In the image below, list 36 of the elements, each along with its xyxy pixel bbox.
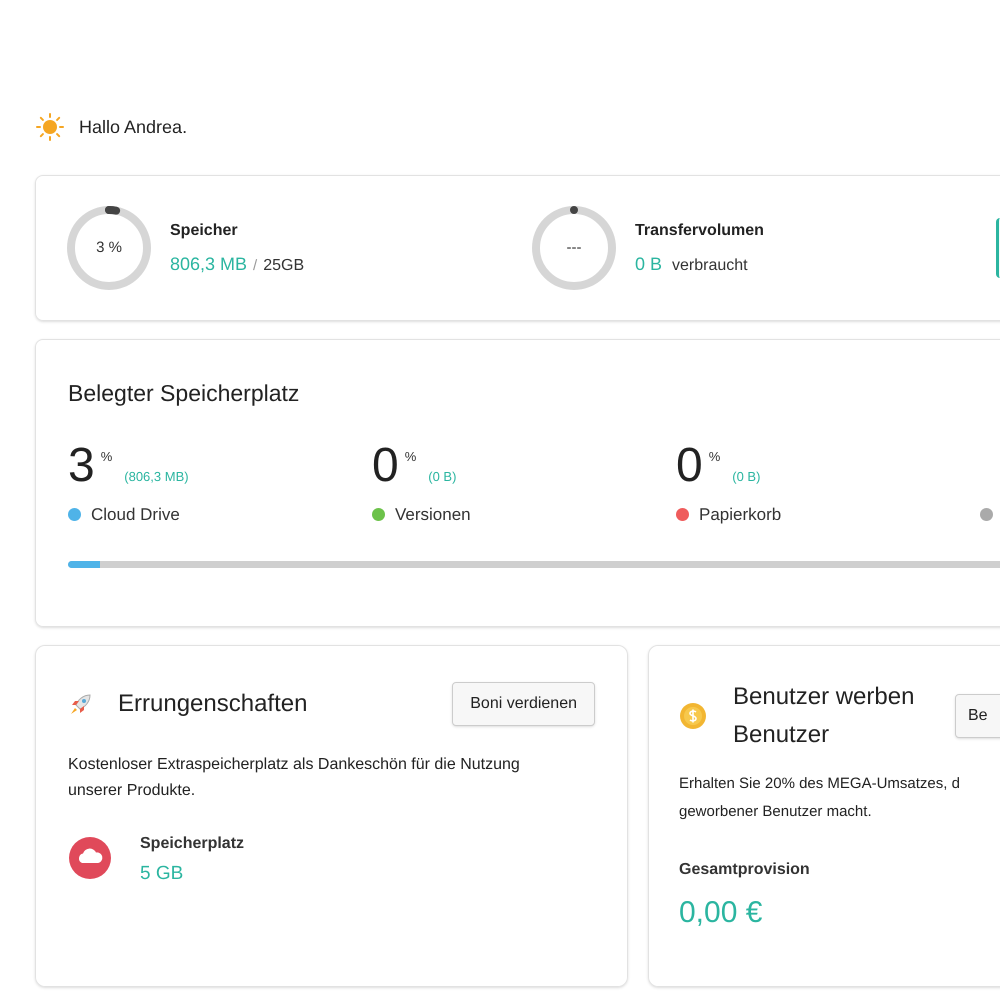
referral-button[interactable]: Be [955, 694, 1000, 738]
used-amount: 0 B [635, 252, 662, 276]
total-amount: 25GB [263, 256, 304, 276]
usage-percent: 0 [676, 440, 703, 490]
cloud-icon [68, 836, 112, 880]
quota-title: Speicher [170, 220, 239, 240]
legend-label: Cloud Drive [91, 504, 180, 526]
earn-bonus-button[interactable]: Boni verdienen [452, 682, 595, 726]
reward-value: 5 GB [140, 862, 184, 886]
quota-title: Transfervolumen [635, 220, 764, 240]
usage-title: Belegter Speicherplatz [68, 379, 300, 408]
card-description: Kostenloser Extraspeicherplatz als Dankeschön für die Nutzung unserer Produkte. [68, 755, 521, 801]
ring-percent: --- [566, 238, 582, 258]
usage-percent: 3 [68, 440, 95, 490]
usage-amount: (806,3 MB) [124, 468, 189, 486]
legend-label: Papierkorb [699, 504, 782, 526]
coin-icon [679, 702, 707, 730]
sun-icon [35, 112, 65, 142]
legend-label: Versionen [395, 504, 471, 526]
total-label: Gesamtprovision [679, 860, 811, 880]
used-label: verbraucht [672, 256, 748, 276]
usage-percent: 0 [372, 440, 399, 490]
percent-sign: % [404, 448, 416, 466]
greeting: Hallo Andrea. [79, 116, 188, 138]
card-title: Errungenschaften [118, 689, 308, 719]
used-amount: 806,3 MB [170, 252, 248, 276]
ring-percent: 3 % [96, 238, 122, 258]
total-value: 0,00 € [679, 895, 764, 931]
percent-sign: % [708, 448, 720, 466]
usage-amount: (0 B) [732, 468, 760, 486]
separator: / [253, 256, 258, 276]
usage-amount: (0 B) [428, 468, 456, 486]
card-description: Erhalten Sie 20% des MEGA-Umsatzes, d geworbener Benutzer macht. [679, 774, 961, 822]
percent-sign: % [100, 448, 112, 466]
card-title: Benutzer werben Benutzer [733, 682, 916, 750]
reward-label: Speicherplatz [140, 834, 244, 854]
